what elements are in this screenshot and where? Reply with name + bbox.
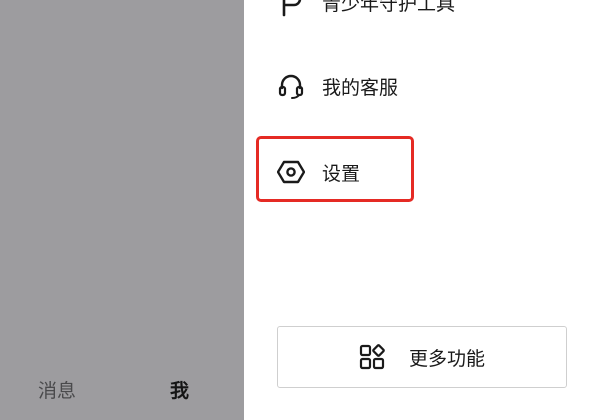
dimmed-backdrop[interactable]: 消息 我 (0, 0, 244, 420)
more-features-button[interactable]: 更多功能 (277, 326, 567, 388)
tab-me[interactable]: 我 (170, 376, 189, 403)
highlight-annotation (256, 136, 414, 202)
tab-messages[interactable]: 消息 (38, 376, 76, 403)
more-features-label: 更多功能 (408, 347, 485, 370)
headset-icon (276, 71, 306, 101)
menu-item-label: 我的客服 (322, 76, 399, 99)
grid-apps-icon (359, 344, 385, 370)
menu-item-customer-service[interactable]: 我的客服 (276, 66, 398, 106)
menu-item-youth-guard[interactable]: 青少年守护工具 (276, 0, 455, 22)
side-drawer: 青少年守护工具 我的客服 设置 更多功能 (244, 0, 600, 420)
shield-key-icon (276, 0, 306, 17)
menu-item-label: 青少年守护工具 (322, 0, 456, 15)
